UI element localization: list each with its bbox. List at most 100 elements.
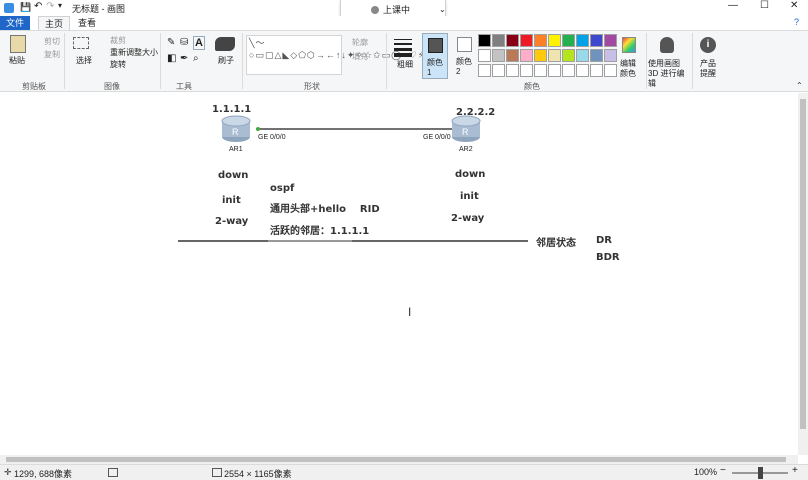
- info-icon[interactable]: i: [700, 37, 716, 53]
- cursor-position: 1299, 688像素: [14, 469, 73, 479]
- color-swatch[interactable]: [478, 49, 491, 62]
- custom-color-swatch[interactable]: [492, 64, 505, 77]
- scroll-thumb[interactable]: [6, 457, 786, 462]
- color1-selector[interactable]: 颜色 1: [422, 33, 448, 79]
- magnifier-icon[interactable]: ⌕: [193, 53, 199, 64]
- drawing-canvas[interactable]: R R 1.1.1.1 AR1 GE 0/0/0 2.2.2.2 AR2 GE …: [0, 93, 798, 455]
- custom-color-swatch[interactable]: [562, 64, 575, 77]
- vertical-scrollbar[interactable]: [798, 93, 808, 455]
- fill-icon[interactable]: ⛁: [180, 37, 188, 48]
- close-icon[interactable]: ✕: [790, 0, 798, 11]
- crop-button[interactable]: 裁剪: [110, 35, 126, 46]
- copy-button[interactable]: 复制: [44, 49, 60, 60]
- color-swatch[interactable]: [478, 34, 491, 47]
- canvas-size-icon: [212, 468, 222, 477]
- svg-text:R: R: [462, 127, 469, 137]
- color2-selector[interactable]: 颜色 2: [452, 33, 478, 79]
- qat-dropdown-icon[interactable]: ▾: [58, 1, 62, 10]
- horizontal-scrollbar[interactable]: [0, 455, 798, 464]
- selection-icon: [108, 468, 118, 477]
- custom-color-swatch[interactable]: [590, 64, 603, 77]
- neighbor-state-label: 邻居状态: [536, 238, 576, 249]
- minimize-icon[interactable]: —: [728, 0, 738, 11]
- router1-name: AR1: [229, 146, 243, 153]
- color-swatch[interactable]: [562, 34, 575, 47]
- redo-icon[interactable]: ↷: [46, 1, 54, 12]
- custom-color-swatch[interactable]: [478, 64, 491, 77]
- outline-button[interactable]: 轮廓: [352, 37, 368, 48]
- undo-icon[interactable]: ↶: [34, 1, 42, 12]
- app-icon: [4, 3, 14, 13]
- cursor-position-icon: ✛: [4, 467, 12, 477]
- color-picker-icon[interactable]: ✒: [180, 53, 188, 64]
- size-icon[interactable]: [394, 37, 412, 57]
- fill-button[interactable]: 填充: [352, 51, 368, 62]
- color-swatch[interactable]: [604, 34, 617, 47]
- zoom-out-button[interactable]: −: [720, 465, 726, 476]
- paint3d-button[interactable]: 使用画图 3D 进行编辑: [648, 59, 690, 89]
- product-alert-button[interactable]: 产品提醒: [700, 59, 718, 79]
- port-dot: [256, 127, 260, 131]
- color-swatch[interactable]: [576, 49, 589, 62]
- color-swatch[interactable]: [506, 49, 519, 62]
- brushes-button[interactable]: 刷子: [218, 55, 234, 66]
- color-swatch[interactable]: [506, 34, 519, 47]
- color-swatch[interactable]: [520, 49, 533, 62]
- color-swatch[interactable]: [534, 49, 547, 62]
- color-swatch[interactable]: [520, 34, 533, 47]
- router2-ip: 2.2.2.2: [456, 107, 496, 118]
- select-button[interactable]: 选择: [76, 55, 92, 66]
- brush-icon[interactable]: [215, 37, 235, 51]
- note-hello: 通用头部+hello RID: [270, 204, 380, 215]
- shapes-gallery[interactable]: ╲〜○▭▢△◣◇⬠⬡→←↑↓✦✧☆✩▭◯◔♡⚡▢: [246, 35, 433, 75]
- zoom-slider[interactable]: [732, 467, 788, 479]
- custom-color-swatch[interactable]: [506, 64, 519, 77]
- tab-view[interactable]: 查看: [72, 16, 102, 30]
- color-swatch[interactable]: [604, 49, 617, 62]
- color-swatch[interactable]: [548, 34, 561, 47]
- color-swatch[interactable]: [590, 34, 603, 47]
- select-icon[interactable]: [73, 37, 89, 49]
- scroll-thumb[interactable]: [800, 99, 806, 429]
- zoom-in-button[interactable]: +: [792, 465, 798, 476]
- router-ar1-icon: R: [221, 115, 251, 142]
- pencil-icon[interactable]: ✎: [167, 37, 175, 48]
- rotate-button[interactable]: 旋转: [110, 59, 126, 70]
- custom-color-swatch[interactable]: [520, 64, 533, 77]
- help-icon[interactable]: ?: [794, 17, 799, 27]
- color-swatch[interactable]: [576, 34, 589, 47]
- color-swatch[interactable]: [548, 49, 561, 62]
- color-swatch[interactable]: [562, 49, 575, 62]
- resize-button[interactable]: 重新调整大小: [110, 47, 158, 58]
- color-swatch[interactable]: [590, 49, 603, 62]
- custom-color-swatch[interactable]: [548, 64, 561, 77]
- tab-file[interactable]: 文件: [0, 16, 31, 30]
- tools-group-label: 工具: [176, 82, 192, 91]
- custom-color-swatch[interactable]: [534, 64, 547, 77]
- router1-port: GE 0/0/0: [258, 134, 286, 141]
- router1-ip: 1.1.1.1: [212, 104, 252, 115]
- save-icon[interactable]: 💾: [20, 2, 31, 13]
- ar2-state-2way: 2-way: [451, 213, 485, 224]
- eraser-icon[interactable]: ◧: [167, 53, 176, 64]
- paint3d-icon[interactable]: [660, 37, 674, 53]
- paste-button[interactable]: 粘贴: [9, 55, 25, 66]
- size-button[interactable]: 粗细: [397, 59, 413, 70]
- cut-button[interactable]: 剪切: [44, 36, 60, 47]
- maximize-icon[interactable]: ☐: [760, 0, 769, 11]
- color-swatch[interactable]: [492, 34, 505, 47]
- color-swatch[interactable]: [534, 34, 547, 47]
- collapse-ribbon-icon[interactable]: ⌃: [796, 81, 803, 90]
- text-cursor-icon: I: [408, 305, 412, 319]
- tab-home[interactable]: 主页: [38, 16, 71, 30]
- paste-icon[interactable]: [10, 35, 26, 53]
- custom-color-swatch[interactable]: [604, 64, 617, 77]
- zoom-slider-thumb[interactable]: [758, 467, 763, 479]
- color-swatch[interactable]: [492, 49, 505, 62]
- edit-colors-button[interactable]: 编辑颜色: [620, 59, 640, 79]
- divider: [160, 33, 161, 89]
- custom-color-swatch[interactable]: [576, 64, 589, 77]
- edit-colors-icon[interactable]: [622, 37, 636, 53]
- text-icon[interactable]: A: [193, 36, 205, 50]
- divider: [646, 33, 647, 89]
